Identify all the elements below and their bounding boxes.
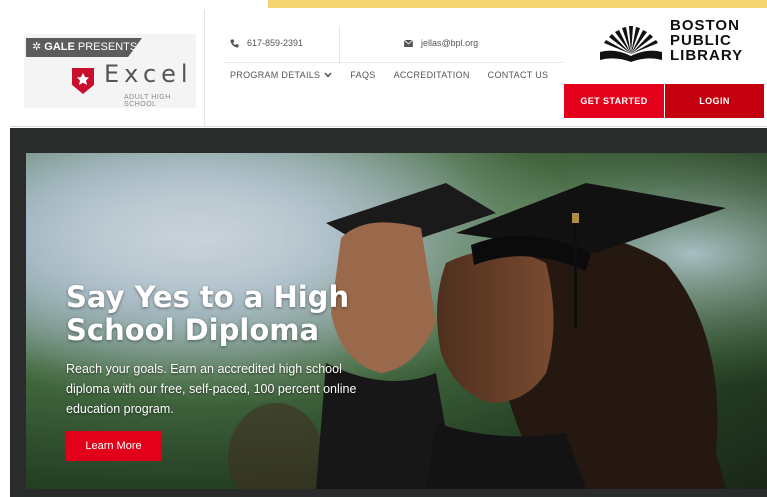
nav-item-label: CONTACT US — [487, 70, 549, 80]
gale-label: GALE — [44, 41, 75, 53]
hero-title-line2: School Diploma — [66, 313, 320, 347]
learn-more-button[interactable]: Learn More — [66, 431, 161, 461]
presents-label: PRESENTS — [77, 41, 138, 53]
phone-contact[interactable]: 617-859-2391 — [230, 38, 303, 48]
nav-divider — [224, 62, 564, 63]
excel-logo[interactable]: ✲ GALE PRESENTS Excel ADULT HIGH SCHOOL — [24, 34, 196, 108]
email-contact[interactable]: jellas@bpl.org — [404, 38, 478, 48]
bpl-wordmark: BOSTON PUBLIC LIBRARY — [670, 18, 743, 63]
hero-title: Say Yes to a High School Diploma — [66, 281, 396, 347]
nav-item-label: PROGRAM DETAILS — [230, 70, 321, 80]
envelope-icon — [404, 39, 413, 47]
sunburst-book-icon — [600, 26, 662, 62]
header-divider — [204, 10, 205, 127]
gale-presents-tag: ✲ GALE PRESENTS — [26, 38, 142, 57]
bpl-line-boston: BOSTON — [670, 17, 740, 34]
phone-icon — [230, 38, 239, 48]
nav-accreditation[interactable]: ACCREDITATION — [394, 70, 470, 80]
site-header: ✲ GALE PRESENTS Excel ADULT HIGH SCHOOL … — [10, 10, 767, 127]
nav-program-details[interactable]: PROGRAM DETAILS — [230, 70, 332, 80]
hero-title-line1: Say Yes to a High — [66, 280, 350, 314]
hero-description: Reach your goals. Earn an accredited hig… — [66, 362, 357, 416]
chevron-down-icon — [324, 72, 332, 78]
nav-item-label: FAQS — [350, 70, 376, 80]
phone-number: 617-859-2391 — [247, 38, 304, 48]
top-accent-strip — [268, 0, 767, 8]
hero-banner: Say Yes to a High School Diploma Reach y… — [26, 153, 767, 489]
bpl-line-public: PUBLIC — [670, 32, 732, 49]
nav-item-label: ACCREDITATION — [393, 70, 470, 80]
get-started-button[interactable]: GET STARTED — [564, 84, 664, 118]
boston-public-library-logo[interactable]: BOSTON PUBLIC LIBRARY — [598, 16, 758, 68]
contact-row: 617-859-2391 jellas@bpl.org — [224, 26, 564, 64]
excel-wordmark: Excel — [104, 60, 193, 88]
email-address: jellas@bpl.org — [421, 38, 479, 48]
excel-shield-icon — [72, 68, 94, 94]
main-nav: PROGRAM DETAILS FAQS ACCREDITATION CONTA… — [230, 70, 566, 80]
nav-contact-us[interactable]: CONTACT US — [488, 70, 549, 80]
login-button[interactable]: LOGIN — [665, 84, 764, 118]
bpl-line-library: LIBRARY — [670, 47, 744, 64]
gale-mark-icon: ✲ — [32, 41, 42, 53]
nav-faqs[interactable]: FAQS — [350, 70, 375, 80]
contact-divider — [339, 26, 340, 64]
hero-section: Say Yes to a High School Diploma Reach y… — [10, 128, 767, 497]
excel-subtitle: ADULT HIGH SCHOOL — [124, 94, 171, 108]
